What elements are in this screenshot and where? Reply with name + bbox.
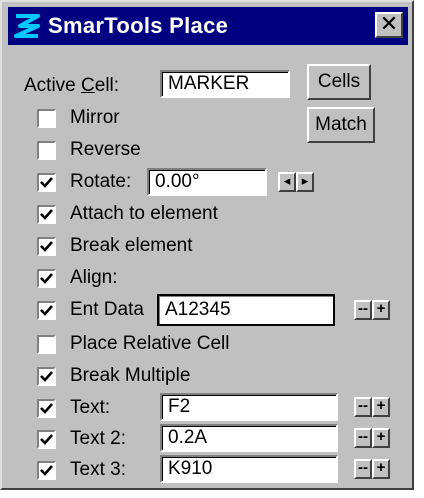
text3-minus-button[interactable]: -- xyxy=(354,459,372,479)
text2-minus-button[interactable]: -- xyxy=(354,428,372,448)
align-label: Align: xyxy=(70,267,118,288)
ent-data-minus-button[interactable]: -- xyxy=(354,300,372,320)
text1-checkbox[interactable] xyxy=(37,399,56,418)
window-title: SmarTools Place xyxy=(48,13,229,38)
ent-data-input[interactable]: A12345 xyxy=(157,294,335,326)
text3-input[interactable]: K910 xyxy=(160,455,338,483)
checkmark-icon xyxy=(40,209,53,220)
smartools-place-window: SmarTools Place ✕ Active Cell: MARKER Ce… xyxy=(0,0,414,490)
checkmark-icon xyxy=(40,241,53,252)
reverse-label: Reverse xyxy=(70,139,141,160)
mirror-checkbox[interactable] xyxy=(37,109,56,128)
ent-data-label: Ent Data xyxy=(70,299,144,320)
text1-label: Text: xyxy=(70,397,111,418)
checkmark-icon xyxy=(40,403,53,414)
checkmark-icon xyxy=(40,434,53,445)
smartools-s-icon xyxy=(14,14,40,38)
place-relative-label: Place Relative Cell xyxy=(70,333,230,354)
attach-checkbox[interactable] xyxy=(37,205,56,224)
ent-data-plus-button[interactable]: + xyxy=(372,300,390,320)
text1-minus-button[interactable]: -- xyxy=(354,397,372,417)
rotate-increase-button[interactable]: ▸ xyxy=(296,172,314,192)
text2-plus-button[interactable]: + xyxy=(372,428,390,448)
active-cell-input[interactable]: MARKER xyxy=(160,70,290,98)
rotate-decrease-button[interactable]: ◂ xyxy=(278,172,296,192)
place-relative-checkbox[interactable] xyxy=(37,335,56,354)
break-multiple-label: Break Multiple xyxy=(70,365,191,386)
text2-label: Text 2: xyxy=(70,428,126,449)
close-button[interactable]: ✕ xyxy=(375,12,403,38)
text3-plus-button[interactable]: + xyxy=(372,459,390,479)
cells-button[interactable]: Cells xyxy=(307,64,371,100)
mirror-label: Mirror xyxy=(70,107,120,128)
text3-checkbox[interactable] xyxy=(37,461,56,480)
rotate-angle-input[interactable]: 0.00° xyxy=(147,168,267,196)
text2-checkbox[interactable] xyxy=(37,430,56,449)
text3-label: Text 3: xyxy=(70,459,126,480)
break-multiple-checkbox[interactable] xyxy=(37,367,56,386)
text1-input[interactable]: F2 xyxy=(160,393,338,421)
rotate-label: Rotate: xyxy=(70,171,132,192)
rotate-checkbox[interactable] xyxy=(37,173,56,192)
break-element-checkbox[interactable] xyxy=(37,237,56,256)
title-bar[interactable]: SmarTools Place ✕ xyxy=(8,7,408,45)
reverse-checkbox[interactable] xyxy=(37,141,56,160)
checkmark-icon xyxy=(40,305,53,316)
break-element-label: Break element xyxy=(70,235,193,256)
attach-label: Attach to element xyxy=(70,203,218,224)
checkmark-icon xyxy=(40,465,53,476)
checkmark-icon xyxy=(40,371,53,382)
text2-input[interactable]: 0.2A xyxy=(160,424,338,452)
align-checkbox[interactable] xyxy=(37,269,56,288)
text1-plus-button[interactable]: + xyxy=(372,397,390,417)
ent-data-checkbox[interactable] xyxy=(37,301,56,320)
match-button[interactable]: Match xyxy=(307,107,375,143)
active-cell-label: Active Cell: xyxy=(24,75,120,96)
checkmark-icon xyxy=(40,273,53,284)
checkmark-icon xyxy=(40,177,53,188)
